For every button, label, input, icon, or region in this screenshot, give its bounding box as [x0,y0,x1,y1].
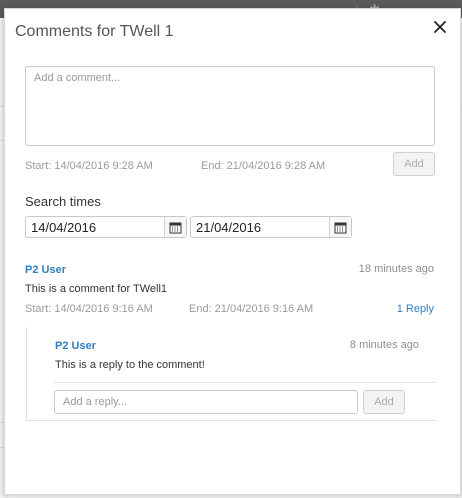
replies-link[interactable]: 1 Reply [397,303,434,315]
close-icon [434,21,446,33]
reply-text: This is a reply to the comment! [55,359,205,371]
close-button[interactable] [432,19,448,35]
calendar-icon [169,222,182,233]
reply-input[interactable] [54,390,358,414]
new-comment-input[interactable] [25,66,435,146]
search-to-date [190,216,352,238]
add-comment-button[interactable]: Add [393,152,435,176]
dialog-title: Comments for TWell 1 [15,23,174,40]
search-from-input[interactable] [26,217,156,237]
to-calendar-button[interactable] [329,217,351,237]
from-calendar-button[interactable] [164,217,186,237]
comment-author: P2 User [25,264,66,276]
comment-start-time: Start: 14/04/2016 9:16 AM [25,303,153,315]
comments-dialog: Comments for TWell 1 Start: 14/04/2016 9… [4,8,461,495]
new-comment-start-time: Start: 14/04/2016 9:28 AM [25,160,153,172]
add-reply-button[interactable]: Add [363,390,405,414]
comment-text: This is a comment for TWell1 [25,283,168,295]
search-from-date [25,216,187,238]
search-to-input[interactable] [191,217,321,237]
reply-timestamp: 8 minutes ago [349,339,419,351]
reply-divider [54,382,436,383]
comment-timestamp: 18 minutes ago [358,263,434,275]
new-comment-end-time: End: 21/04/2016 9:28 AM [201,160,326,172]
reply-author: P2 User [55,340,96,352]
calendar-icon [334,222,347,233]
comment-end-time: End: 21/04/2016 9:16 AM [189,303,314,315]
search-times-label: Search times [25,194,101,209]
